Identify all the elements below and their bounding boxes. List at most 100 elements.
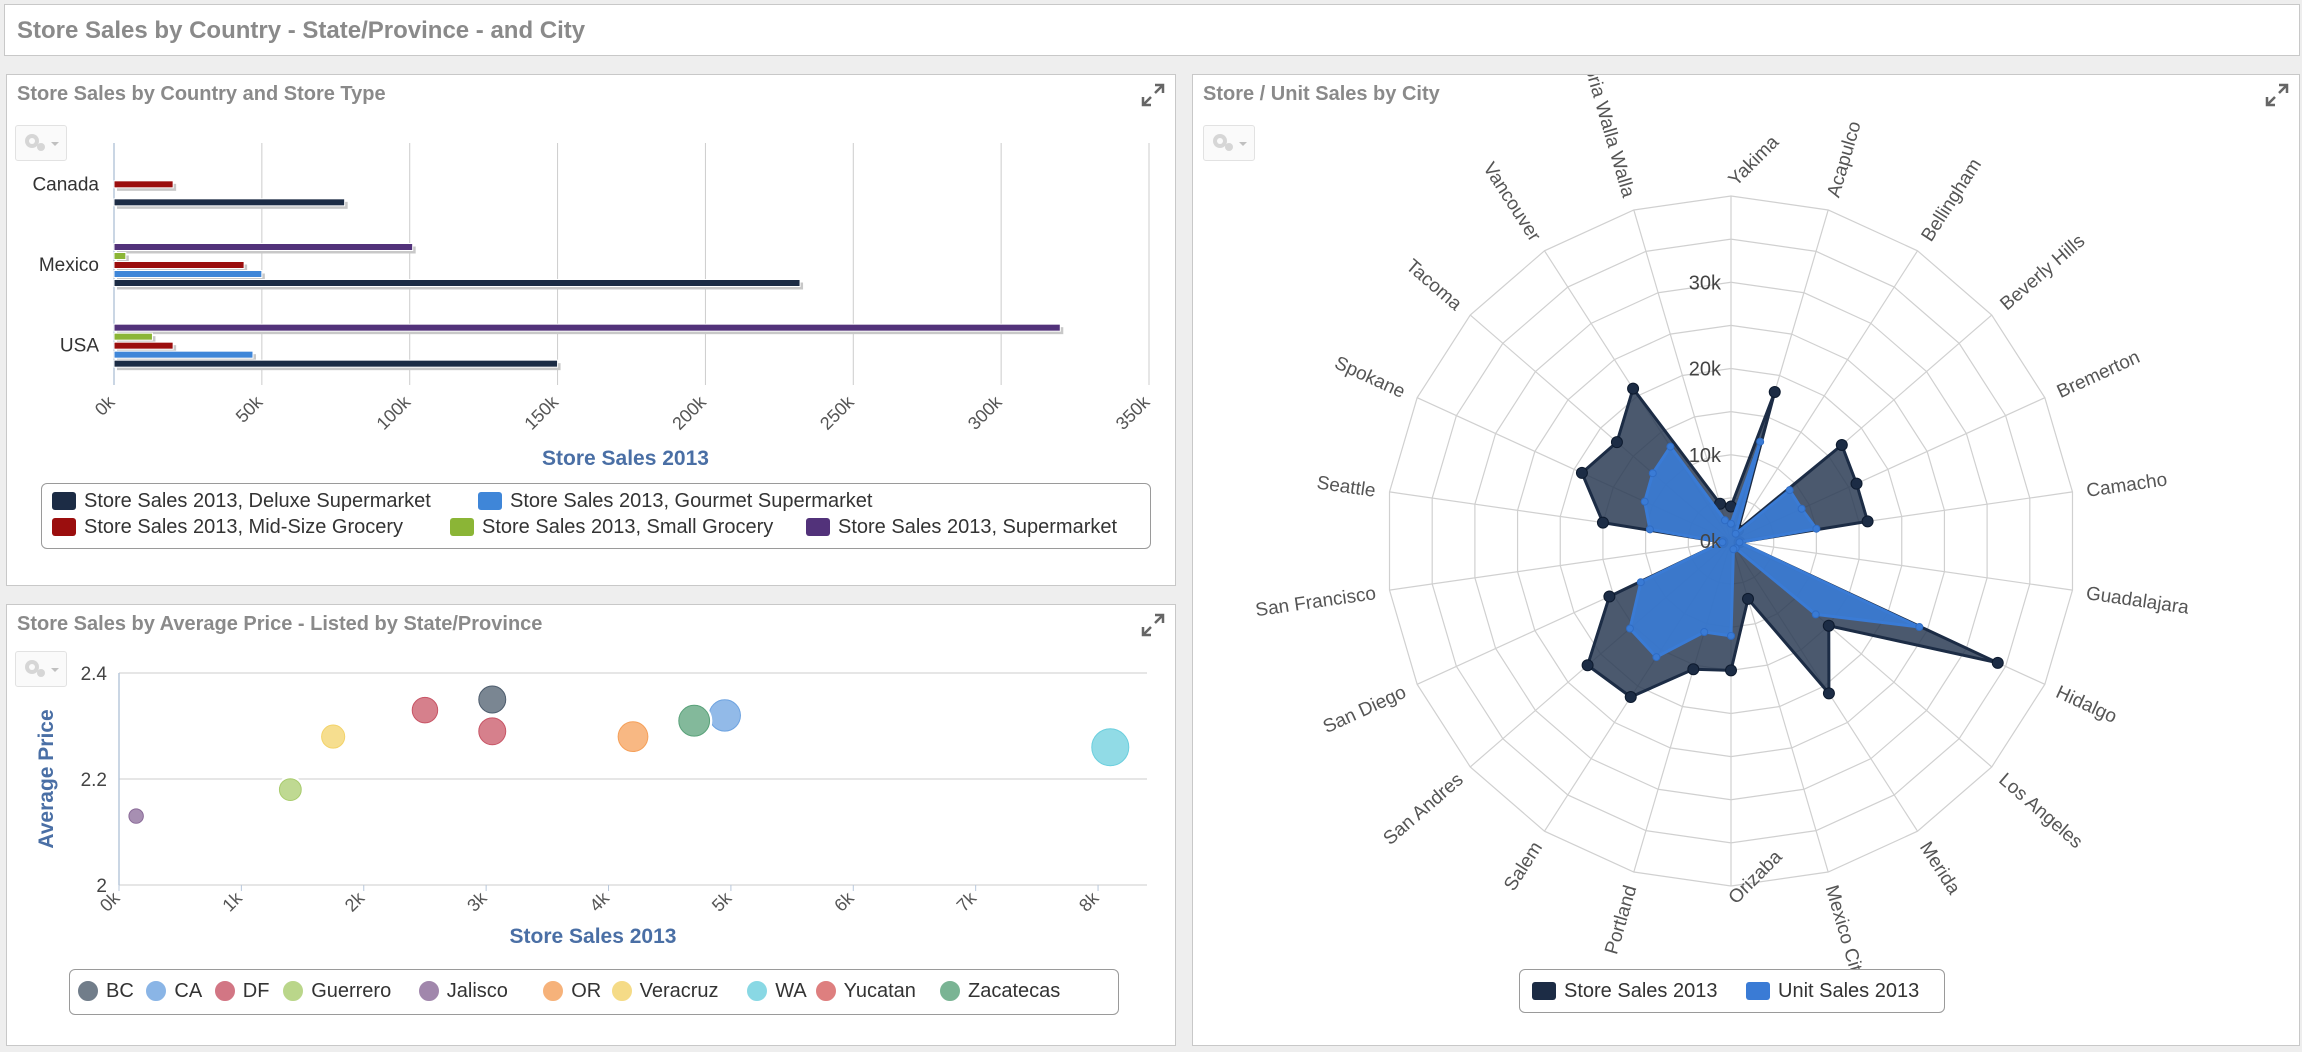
x-tick-label: 0k — [91, 391, 119, 419]
data-point — [1785, 486, 1794, 495]
data-point — [1596, 516, 1609, 529]
data-point — [1861, 515, 1874, 528]
data-point — [1727, 631, 1735, 640]
legend-dot — [283, 981, 304, 1001]
legend-label: Store Sales 2013, Small Grocery — [482, 516, 774, 538]
dashboard-title: Store Sales by Country - State/Province … — [17, 17, 586, 44]
y-tick-label: 2.2 — [81, 770, 107, 791]
legend-dot — [78, 981, 98, 1001]
data-point — [1812, 524, 1821, 533]
x-tick-label: 8k — [1075, 887, 1103, 915]
category-label: Victoria Walla Walla — [1571, 75, 1638, 200]
data-point — [1915, 622, 1924, 631]
data-point — [1729, 545, 1738, 554]
data-point — [1768, 386, 1781, 399]
legend-item-jalisco[interactable]: Jalisco — [418, 980, 508, 1003]
category-label: Beverly Hills — [1996, 231, 2089, 315]
bubble-legend: BC CA DF Guerrero Jalisco OR Veracruz WA Yucatan… — [69, 969, 1119, 1015]
r-tick-label: 20k — [1689, 359, 1722, 381]
x-axis-title: Store Sales 2013 — [542, 447, 709, 470]
legend-swatch — [478, 492, 502, 510]
legend-dot — [940, 981, 960, 1001]
x-tick-label: 50k — [232, 391, 267, 426]
category-label: Bellingham — [1918, 155, 1986, 245]
legend-item-small[interactable]: Store Sales 2013, Small Grocery — [450, 516, 773, 539]
bar-chart-panel: Store Sales by Country and Store Type 0k… — [6, 74, 1176, 586]
data-point — [1625, 624, 1634, 633]
bar — [113, 261, 245, 269]
data-point — [1731, 529, 1740, 538]
legend-item-or[interactable]: OR — [543, 980, 601, 1003]
legend-item-gourmet[interactable]: Store Sales 2013, Gourmet Supermarket — [478, 490, 872, 513]
legend-label: CA — [174, 980, 203, 1002]
bar — [113, 332, 153, 341]
legend-item-supermarket[interactable]: Store Sales 2013, Supermarket — [806, 516, 1117, 539]
category-label: Portland — [1601, 883, 1641, 957]
data-point — [1742, 592, 1755, 605]
x-tick-label: 200k — [668, 391, 710, 433]
legend-item-bc[interactable]: BC — [78, 980, 134, 1003]
legend-label: WA — [775, 980, 807, 1002]
legend-dot — [543, 981, 564, 1001]
legend-item-wa[interactable]: WA — [747, 980, 807, 1003]
legend-label: Guerrero — [311, 980, 392, 1002]
bubble-bc — [476, 683, 509, 716]
legend-item-zacatecas[interactable]: Zacatecas — [940, 980, 1060, 1003]
radar-legend: Store Sales 2013 Unit Sales 2013 — [1519, 969, 1945, 1013]
legend-label: OR — [571, 980, 602, 1002]
data-point — [1636, 578, 1645, 587]
legend-dot — [418, 981, 439, 1001]
data-point — [1727, 519, 1735, 528]
data-point — [1835, 438, 1848, 451]
bar — [113, 279, 801, 287]
bar — [113, 252, 127, 260]
data-point — [1725, 664, 1737, 677]
category-label: Guadalajara — [2085, 583, 2191, 619]
bar — [113, 198, 346, 207]
category-label: Acapulco — [1824, 119, 1866, 200]
bar — [113, 341, 174, 350]
legend-label: Jalisco — [446, 980, 508, 1002]
category-label: Canada — [32, 174, 99, 195]
x-tick-label: 7k — [953, 887, 981, 915]
legend-label: Store Sales 2013, Supermarket — [838, 516, 1118, 538]
data-point — [1575, 466, 1588, 479]
legend-item-unit-sales[interactable]: Unit Sales 2013 — [1746, 980, 1919, 1003]
data-point — [1756, 437, 1765, 446]
data-point — [1603, 590, 1616, 603]
bar — [113, 350, 254, 359]
legend-item-deluxe[interactable]: Store Sales 2013, Deluxe Supermarket — [52, 490, 431, 513]
legend-label: DF — [242, 980, 270, 1002]
category-label: Merida — [1915, 838, 1964, 899]
legend-label: Unit Sales 2013 — [1778, 980, 1920, 1002]
data-point — [1640, 497, 1649, 506]
legend-swatch — [52, 518, 76, 536]
category-label: San Diego — [1320, 682, 1409, 738]
data-point — [1624, 690, 1637, 703]
bubble-ca — [706, 696, 744, 734]
legend-item-store-sales[interactable]: Store Sales 2013 — [1532, 980, 1717, 1003]
legend-item-df[interactable]: DF — [214, 980, 270, 1003]
bar — [113, 359, 559, 368]
legend-label: Store Sales 2013 — [1564, 980, 1718, 1002]
bar-legend: Store Sales 2013, Deluxe Supermarket Sto… — [41, 483, 1151, 549]
legend-item-midsize[interactable]: Store Sales 2013, Mid-Size Grocery — [52, 516, 403, 539]
x-tick-label: 6k — [830, 887, 858, 915]
legend-item-veracruz[interactable]: Veracruz — [611, 980, 719, 1003]
category-label: Los Angeles — [1994, 769, 2086, 853]
legend-dot — [815, 981, 836, 1001]
data-point — [1991, 656, 2004, 669]
category-label: Salem — [1500, 838, 1547, 895]
x-tick-label: 3k — [463, 887, 491, 915]
bar — [113, 243, 414, 251]
data-point — [1645, 525, 1654, 534]
legend-item-guerrero[interactable]: Guerrero — [283, 980, 391, 1003]
r-tick-label: 10k — [1689, 445, 1722, 467]
legend-item-yucatan[interactable]: Yucatan — [815, 980, 916, 1003]
legend-dot — [214, 981, 235, 1001]
x-tick-label: 4k — [586, 887, 614, 915]
bubble-df — [409, 694, 441, 726]
legend-item-ca[interactable]: CA — [146, 980, 202, 1003]
legend-swatch — [52, 492, 76, 510]
y-axis-title: Average Price — [35, 709, 58, 848]
